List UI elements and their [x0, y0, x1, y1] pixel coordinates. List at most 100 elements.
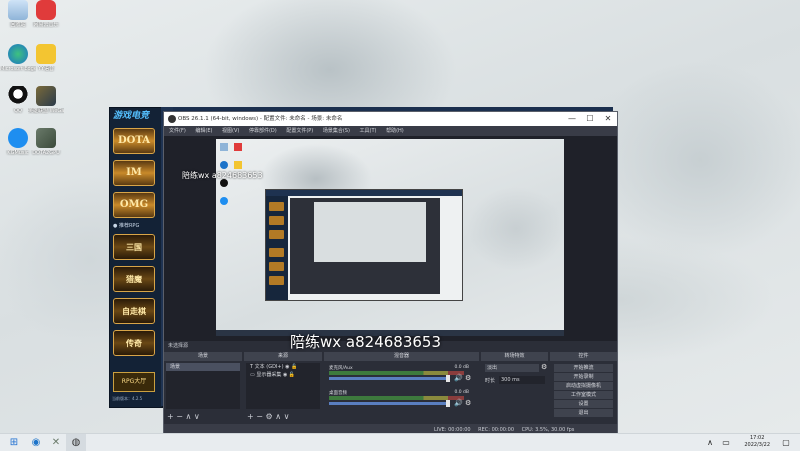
- start-recording-button[interactable]: 开始录制: [554, 373, 613, 381]
- lock-icon[interactable]: 🔓: [289, 372, 295, 378]
- close-button[interactable]: ✕: [599, 112, 617, 126]
- scene-item[interactable]: 场景: [166, 363, 240, 371]
- sources-dock-title: 来源: [244, 352, 322, 361]
- edge-glyph: [8, 44, 28, 64]
- obs-taskbar-icon[interactable]: ◍: [66, 434, 86, 451]
- source-label: 文本 (GDI+): [254, 364, 284, 370]
- nested-watermark-text: 陪练wx a824683653: [182, 171, 263, 180]
- controls-dock-title: 控件: [550, 352, 617, 361]
- qq-glyph: [8, 86, 28, 106]
- menu-help[interactable]: 帮助(H): [386, 128, 404, 134]
- desktop-icon-label: 网易云音乐: [33, 22, 59, 28]
- yy-glyph: [36, 44, 56, 64]
- mini-desktop-icon: [220, 197, 228, 205]
- recycle-bin-glyph: [8, 0, 28, 20]
- notification-icon[interactable]: ▢: [776, 434, 796, 451]
- rpg-tile-3[interactable]: 自走棋: [113, 298, 155, 324]
- obs-window: OBS 26.1.1 (64-bit, windows) - 配置文件: 未命名…: [163, 111, 618, 437]
- no-source-label: 未选择源: [168, 343, 189, 349]
- nested-tile: [269, 262, 284, 271]
- lol-wegame-icon[interactable]: 英雄联盟 WeGame版: [28, 86, 64, 114]
- menu-edit[interactable]: 编辑(E): [195, 128, 212, 134]
- transition-gear-icon[interactable]: ⚙: [541, 363, 547, 371]
- transitions-dock-title: 转场特效: [481, 352, 548, 361]
- minimize-button[interactable]: —: [563, 112, 581, 126]
- volume-slider[interactable]: [329, 377, 448, 380]
- obs-titlebar: OBS 26.1.1 (64-bit, windows) - 配置文件: 未命名…: [164, 112, 617, 126]
- source-label: 显示器采集: [256, 372, 282, 378]
- obs-docks: 场景 场景 + − ∧ ∨ 来源 T 文本 (GDI+) ◉ 🔓 ▭ 显示器采集…: [164, 352, 617, 422]
- channel-db: 0.0 dB: [454, 390, 469, 395]
- controls-buttons: 开始推流 开始录制 启动虚拟摄像机 工作室模式 设置 退出: [550, 363, 617, 418]
- preview-canvas: [216, 139, 564, 336]
- duration-label: 时长: [485, 378, 496, 384]
- edge-taskbar-icon[interactable]: ◉: [26, 434, 46, 451]
- volume-meter: [329, 371, 464, 375]
- volume-slider-handle[interactable]: [446, 375, 450, 382]
- game-tile-omg[interactable]: OMG: [113, 192, 155, 218]
- maximize-button[interactable]: ☐: [581, 112, 599, 126]
- yy-voice-icon[interactable]: YY语音: [28, 44, 64, 72]
- rpg-tile-4[interactable]: 传奇: [113, 330, 155, 356]
- launcher-section-label: ● 推荐RPG: [113, 223, 140, 229]
- exit-button[interactable]: 退出: [554, 409, 613, 417]
- windows-taskbar: ⊞ ◉ ✕ ◍ ∧ ▭ 17:02 2022/3/22 ▢: [0, 433, 800, 451]
- settings-button[interactable]: 设置: [554, 400, 613, 408]
- obs-logo-icon: [168, 115, 176, 123]
- scenes-dock: 场景 场景 + − ∧ ∨: [164, 352, 242, 422]
- studio-mode-button[interactable]: 工作室模式: [554, 391, 613, 399]
- menu-file[interactable]: 文件(F): [169, 128, 186, 134]
- obs-preview[interactable]: [164, 136, 617, 341]
- lol-glyph: [36, 86, 56, 106]
- virtual-camera-button[interactable]: 启动虚拟摄像机: [554, 382, 613, 390]
- gear-icon[interactable]: ⚙: [465, 399, 471, 407]
- eye-icon[interactable]: ◉: [283, 372, 287, 378]
- speaker-icon[interactable]: 🔊: [454, 399, 463, 407]
- desktop-icon-label: YY语音: [37, 66, 55, 72]
- obs-window-title: OBS 26.1.1 (64-bit, windows) - 配置文件: 未命名…: [178, 116, 343, 122]
- source-item[interactable]: T 文本 (GDI+) ◉ 🔓: [246, 363, 320, 371]
- rpg-tile-1[interactable]: 三国: [113, 234, 155, 260]
- channel-db: 0.0 dB: [454, 365, 469, 370]
- nested-tile: [269, 276, 284, 285]
- gear-icon[interactable]: ⚙: [465, 374, 471, 382]
- mini-desktop-icon: [234, 161, 242, 169]
- network-icon[interactable]: ▭: [716, 434, 736, 451]
- preview-watermark-text: 陪练wx a824683653: [290, 333, 441, 351]
- duration-input[interactable]: 300 ms: [499, 376, 545, 384]
- start-windows-icon[interactable]: ⊞: [4, 434, 24, 451]
- dota2-icon[interactable]: DOTA2GPU: [28, 128, 64, 156]
- game-tile-dota[interactable]: DOTA: [113, 128, 155, 154]
- scenes-toolbar[interactable]: + − ∧ ∨: [167, 412, 200, 421]
- menu-tools[interactable]: 工具(T): [360, 128, 377, 134]
- nested-tile: [269, 216, 284, 225]
- menu-view[interactable]: 视图(V): [222, 128, 239, 134]
- volume-slider[interactable]: [329, 402, 448, 405]
- eye-icon[interactable]: ◉: [285, 364, 289, 370]
- rpg-tile-2[interactable]: 猎魔: [113, 266, 155, 292]
- mixer-dock: 混音器 麦克风/Aux 0.0 dB 🔊 ⚙ 桌面音频 0.0 dB 🔊 ⚙: [324, 352, 479, 422]
- start-streaming-button[interactable]: 开始推流: [554, 364, 613, 372]
- game-taskbar-icon[interactable]: ✕: [46, 434, 66, 451]
- mixer-channel: 桌面音频 0.0 dB 🔊 ⚙: [326, 388, 477, 413]
- netease-music-icon[interactable]: 网易云音乐: [28, 0, 64, 28]
- source-item[interactable]: ▭ 显示器采集 ◉ 🔓: [246, 371, 320, 379]
- menu-scene-collection[interactable]: 场景集合(S): [323, 128, 350, 134]
- nested-titlebar: [266, 190, 462, 196]
- rpg-lobby-button[interactable]: RPG大厅: [113, 372, 155, 392]
- mini-desktop-icon: [234, 143, 242, 151]
- transition-select[interactable]: 淡出: [485, 364, 539, 372]
- speaker-icon[interactable]: 🔊: [454, 374, 463, 382]
- sources-toolbar[interactable]: + − ⚙ ∧ ∨: [247, 412, 289, 421]
- clock-date: 2022/3/22: [744, 442, 770, 448]
- volume-slider-handle[interactable]: [446, 400, 450, 407]
- controls-dock: 控件 开始推流 开始录制 启动虚拟摄像机 工作室模式 设置 退出: [550, 352, 617, 422]
- nested-tile: [269, 248, 284, 257]
- menu-docks[interactable]: 停靠部件(D): [249, 128, 277, 134]
- taskbar-clock[interactable]: 17:02 2022/3/22: [744, 435, 770, 449]
- lock-icon[interactable]: 🔓: [291, 364, 297, 370]
- dota2-glyph: [36, 128, 56, 148]
- game-tile-im[interactable]: IM: [113, 160, 155, 186]
- launcher-version: 当前版本：4.2.5: [112, 396, 143, 401]
- menu-profile[interactable]: 配置文件(P): [286, 128, 313, 134]
